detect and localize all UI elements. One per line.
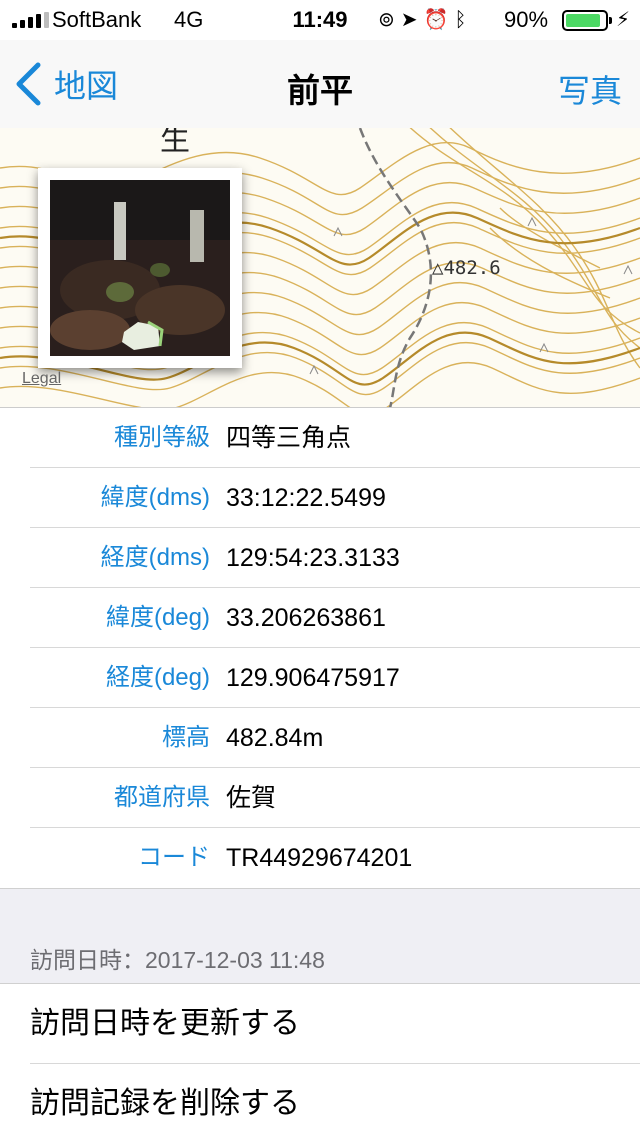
status-icons: ⊚➤⏰ᛒ (378, 7, 472, 32)
bluetooth-icon: ᛒ (454, 9, 473, 31)
info-row-latitude-dms: 緯度(dms) 33:12:22.5499 (0, 468, 640, 528)
info-row-longitude-dms: 経度(dms) 129:54:23.3133 (0, 528, 640, 588)
info-row-elevation: 標高 482.84m (0, 708, 640, 768)
info-row-longitude-deg: 経度(deg) 129.906475917 (0, 648, 640, 708)
navigation-bar: 地図 前平 写真 (0, 40, 640, 128)
visit-datetime-label: 訪問日時：2017-12-03 11:48 (30, 947, 325, 973)
info-value: 482.84m (226, 724, 324, 752)
info-row-prefecture: 都道府県 佐賀 (0, 768, 640, 828)
point-info-list: 種別等級 四等三角点 緯度(dms) 33:12:22.5499 経度(dms)… (0, 408, 640, 888)
location-arrow-icon: ➤ (400, 9, 424, 31)
battery-percent: 90% (504, 7, 549, 32)
map-kanji-label: 生 (160, 128, 190, 158)
elevation-label: △482.6 (432, 257, 501, 279)
delete-visit-button[interactable]: 訪問記録を削除する (0, 1064, 640, 1136)
info-value: 129:54:23.3133 (226, 544, 400, 572)
visit-actions: 訪問日時を更新する 訪問記録を削除する (0, 984, 640, 1136)
info-label: 種別等級 (114, 424, 210, 451)
update-visit-label: 訪問日時を更新する (30, 1007, 300, 1040)
info-value: 129.906475917 (226, 664, 400, 692)
battery-icon (562, 10, 612, 31)
info-label: 都道府県 (114, 784, 210, 811)
update-visit-button[interactable]: 訪問日時を更新する (0, 984, 640, 1064)
visit-section-header: 訪問日時：2017-12-03 11:48 (0, 888, 640, 984)
triangulation-point-photo[interactable] (38, 168, 242, 368)
info-label: コード (138, 844, 210, 871)
info-label: 緯度(deg) (105, 604, 210, 631)
info-value: 四等三角点 (226, 424, 352, 452)
battery-tip (609, 17, 612, 24)
info-value: 33:12:22.5499 (226, 484, 386, 512)
battery-level (566, 14, 601, 27)
info-label: 経度(deg) (105, 664, 210, 691)
info-label: 経度(dms) (100, 544, 210, 571)
photo-button[interactable]: 写真 (558, 66, 622, 112)
info-value: 33.206263861 (226, 604, 386, 632)
info-row-type: 種別等級 四等三角点 (0, 408, 640, 468)
info-row-latitude-deg: 緯度(deg) 33.206263861 (0, 588, 640, 648)
survey-marker-photo-image (50, 180, 230, 356)
orientation-lock-icon: ⊚ (378, 9, 401, 31)
info-label: 標高 (162, 724, 210, 751)
info-label: 緯度(dms) (100, 484, 210, 511)
charging-bolt-icon: ⚡ (616, 9, 631, 31)
delete-visit-label: 訪問記録を削除する (30, 1087, 300, 1120)
info-value: 佐賀 (226, 784, 277, 812)
info-row-code: コード TR44929674201 (0, 828, 640, 888)
status-bar: SoftBank 4G 11:49 ⊚➤⏰ᛒ 90% ⚡ (0, 0, 640, 40)
map-legal-link[interactable]: Legal (22, 370, 61, 388)
alarm-icon: ⏰ (423, 9, 455, 31)
page-title: 前平 (287, 72, 353, 109)
info-value: TR44929674201 (226, 844, 413, 872)
